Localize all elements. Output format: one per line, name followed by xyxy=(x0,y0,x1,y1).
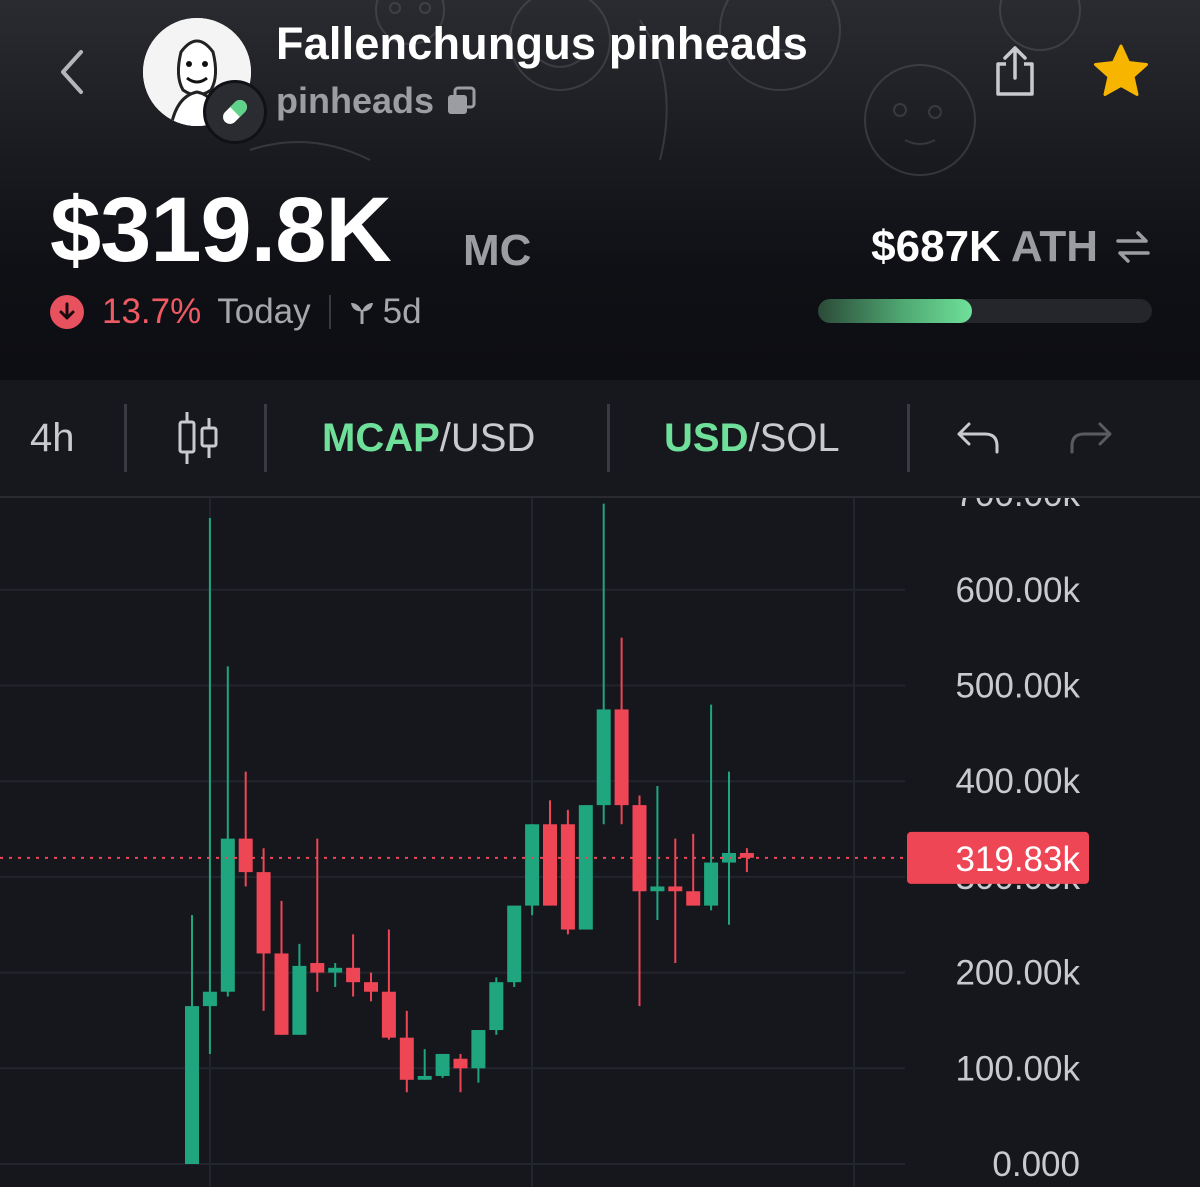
ath-progress-bar xyxy=(818,299,1152,323)
candle-body xyxy=(364,982,378,992)
candle-body xyxy=(202,991,217,1007)
candle-body xyxy=(256,872,271,954)
divider xyxy=(607,404,610,472)
y-axis-tick-label: 0.000 xyxy=(992,1145,1080,1184)
divider xyxy=(328,295,331,329)
divider xyxy=(907,404,910,472)
candle-body xyxy=(650,886,665,892)
token-ticker: pinheads xyxy=(276,80,435,121)
candle-body xyxy=(346,967,361,983)
ath-value: $687K xyxy=(871,222,1001,271)
swap-icon[interactable] xyxy=(1114,229,1152,265)
candle-body xyxy=(471,1030,486,1069)
back-button[interactable] xyxy=(44,40,100,104)
market-cap-value: $319.8K xyxy=(50,179,392,281)
candle-body xyxy=(543,824,557,906)
ticker-row: pinheads xyxy=(276,80,476,122)
candle-body xyxy=(399,1037,414,1080)
y-axis-tick-label: 500.00k xyxy=(955,667,1080,706)
current-price-label: 319.83k xyxy=(955,840,1080,879)
candlestick-icon xyxy=(178,412,218,464)
candle-body xyxy=(220,838,235,992)
y-axis-tick-label: 100.00k xyxy=(955,1049,1080,1088)
usd-label: /USD xyxy=(439,415,536,460)
price-change-period: Today xyxy=(217,292,311,331)
mcap-label: MCAP xyxy=(322,415,440,460)
candlestick-chart[interactable]: 700.00k600.00k500.00k400.00k300.00k200.0… xyxy=(0,498,1200,1187)
sol-label: /SOL xyxy=(748,415,840,460)
candle-body xyxy=(525,824,540,906)
redo-icon xyxy=(1070,422,1112,454)
divider xyxy=(124,404,127,472)
candle-body xyxy=(453,1058,468,1069)
mcap-usd-toggle[interactable]: MCAP/USD xyxy=(322,380,535,496)
candle-body xyxy=(632,805,647,892)
candle-body xyxy=(704,862,719,906)
token-header: Fallenchungus pinheads pinheads $319.8K … xyxy=(0,0,1200,380)
y-axis-tick-label: 700.00k xyxy=(955,498,1080,514)
share-icon xyxy=(996,46,1034,96)
candle-body xyxy=(238,838,253,873)
chart-type-button[interactable] xyxy=(176,380,222,496)
token-name: Fallenchungus pinheads xyxy=(276,18,808,69)
y-axis-tick-label: 400.00k xyxy=(955,762,1080,801)
y-axis-tick-label: 200.00k xyxy=(955,954,1080,993)
platform-badge xyxy=(203,80,267,144)
candle-body xyxy=(739,852,754,858)
redo-button[interactable] xyxy=(1068,380,1114,496)
candle-body xyxy=(274,953,289,1035)
candle-body xyxy=(310,963,325,973)
candle-body xyxy=(668,886,683,892)
usd-highlight-label: USD xyxy=(664,415,749,460)
candle-body xyxy=(328,967,343,973)
candle-body xyxy=(507,905,522,983)
candle-body xyxy=(185,1006,199,1164)
candle-body xyxy=(489,982,504,1031)
market-cap-label: MC xyxy=(463,226,532,275)
candle-body xyxy=(292,965,307,1035)
candle-body xyxy=(435,1053,450,1076)
divider xyxy=(264,404,267,472)
candle-body xyxy=(560,824,575,930)
arrow-down-circle-icon xyxy=(50,295,84,329)
interval-selector[interactable]: 4h xyxy=(30,380,75,496)
candle-body xyxy=(417,1075,432,1080)
candle-body xyxy=(686,891,701,906)
share-button[interactable] xyxy=(985,38,1045,104)
undo-button[interactable] xyxy=(955,380,1001,496)
y-axis-tick-label: 600.00k xyxy=(955,571,1080,610)
price-change-row: 13.7% Today 5d xyxy=(50,290,422,334)
ath-label: ATH xyxy=(1010,222,1098,271)
copy-icon[interactable] xyxy=(446,86,476,116)
sprout-icon xyxy=(349,298,375,326)
chart-toolbar: 4h MCAP/USD USD/SOL xyxy=(0,380,1200,498)
star-icon xyxy=(1094,44,1148,96)
candle-body xyxy=(614,709,629,806)
candle-body xyxy=(381,991,396,1038)
candle-body xyxy=(596,709,611,806)
price-change-percent: 13.7% xyxy=(102,292,202,331)
usd-sol-toggle[interactable]: USD/SOL xyxy=(664,380,840,496)
chart-canvas[interactable]: 700.00k600.00k500.00k400.00k300.00k200.0… xyxy=(0,498,1200,1187)
chevron-left-icon xyxy=(61,50,83,94)
ath-row: $687K ATH xyxy=(871,222,1152,272)
ath-progress-fill xyxy=(818,299,972,323)
token-age: 5d xyxy=(382,292,422,331)
undo-icon xyxy=(957,422,999,454)
candle-body xyxy=(578,805,593,930)
pill-icon xyxy=(223,100,247,124)
favorite-button[interactable] xyxy=(1090,40,1152,102)
